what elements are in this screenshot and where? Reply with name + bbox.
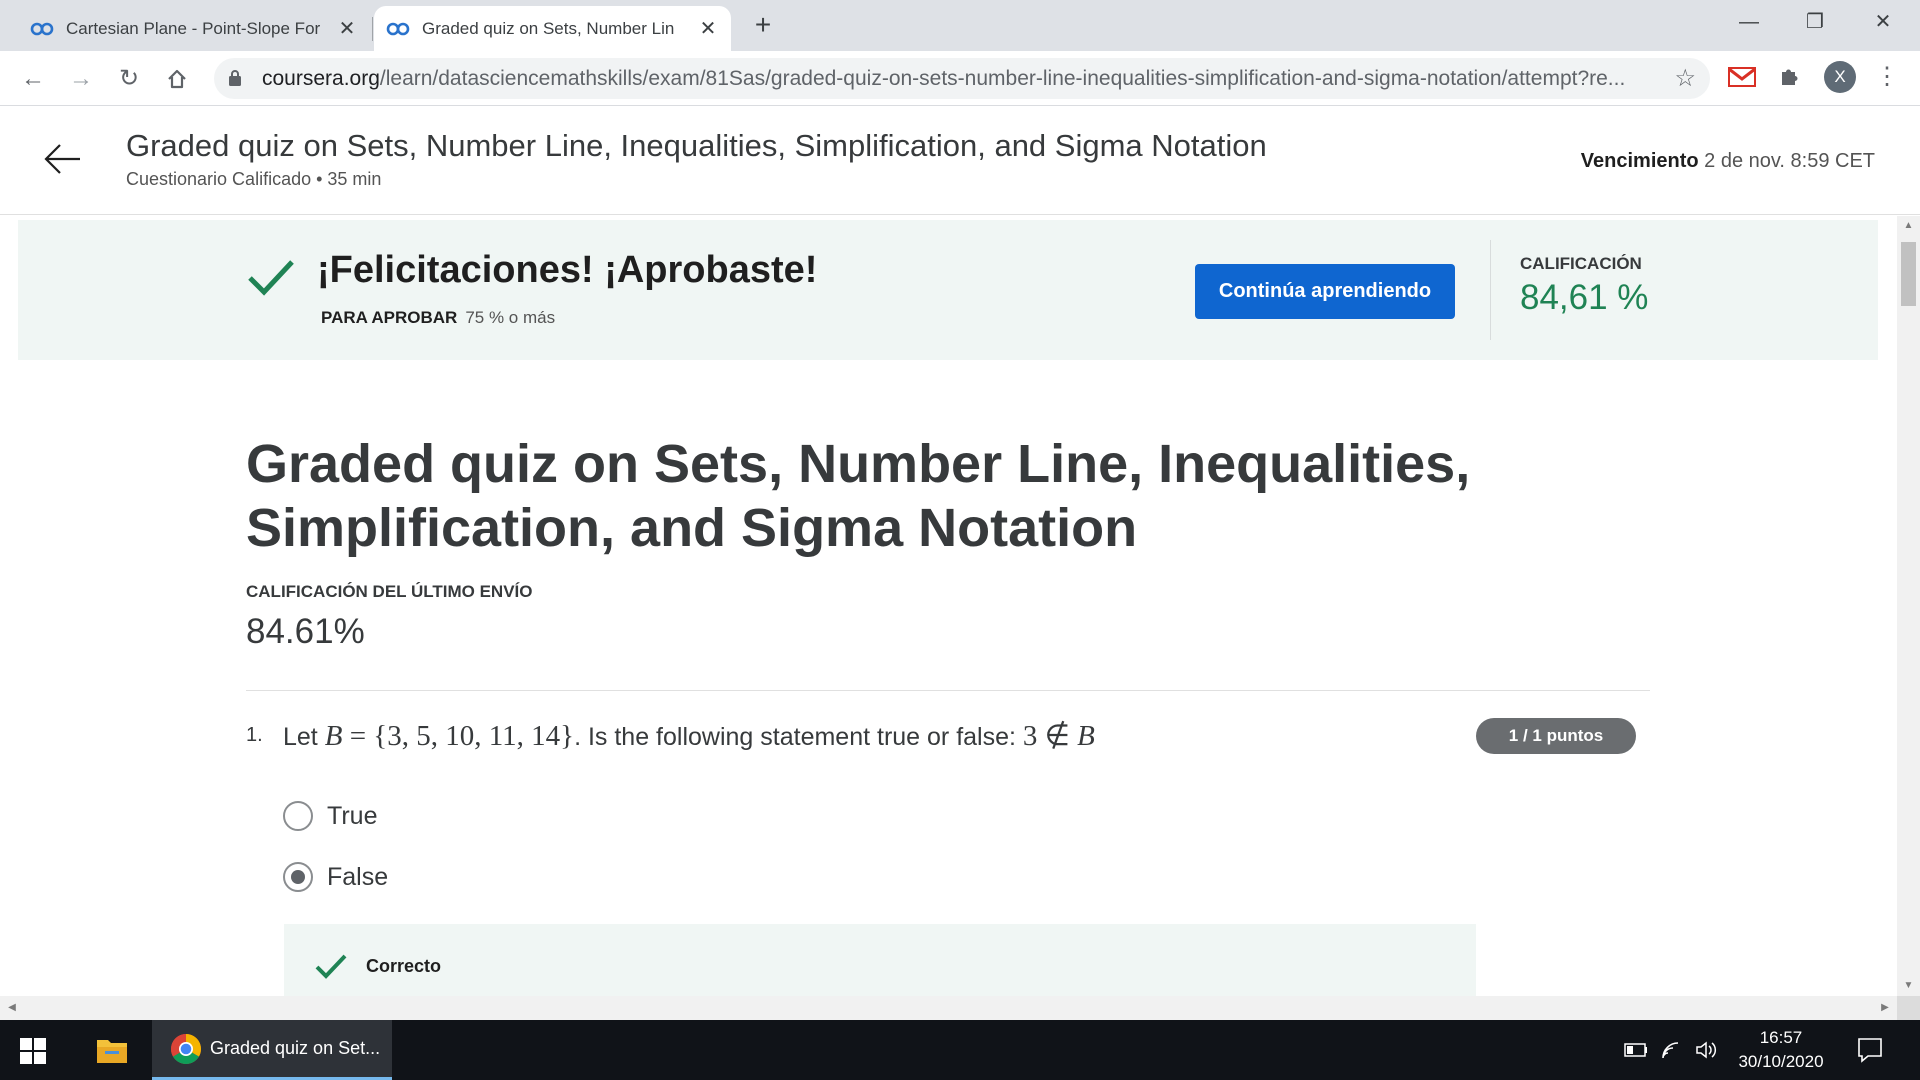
scroll-right-icon[interactable]: ▶ — [1875, 996, 1895, 1020]
vertical-scrollbar[interactable]: ▲ ▼ — [1897, 216, 1920, 996]
radio-true[interactable] — [283, 801, 313, 831]
banner-divider — [1490, 240, 1491, 340]
feedback-box: Correcto — [284, 924, 1476, 996]
feedback-label: Correcto — [366, 956, 442, 976]
option-label: False — [327, 862, 389, 891]
address-bar[interactable]: coursera.org/learn/datasciencemathskills… — [214, 58, 1710, 99]
scroll-thumb[interactable] — [1901, 242, 1916, 306]
continue-learning-button[interactable]: Continúa aprendiendo — [1195, 264, 1455, 319]
new-tab-plus-icon[interactable]: + — [748, 8, 778, 42]
reload-icon[interactable]: ↻ — [112, 62, 146, 96]
page-subtitle: Cuestionario Calificado • 35 min — [126, 169, 382, 189]
minimize-icon[interactable]: — — [1716, 4, 1782, 40]
math-statement-var: B — [1077, 720, 1095, 752]
extensions-puzzle-icon[interactable] — [1775, 63, 1803, 91]
result-banner: ¡Felicitaciones! ¡Aprobaste! PARA APROBA… — [18, 220, 1878, 360]
taskbar-chrome-app[interactable]: Graded quiz on Set... — [152, 1020, 392, 1080]
battery-icon[interactable] — [1624, 1038, 1648, 1062]
radio-false[interactable] — [283, 862, 313, 892]
passing-requirement: PARA APROBAR 75 % o más — [321, 308, 555, 328]
volume-icon[interactable] — [1694, 1038, 1718, 1062]
correct-check-icon — [315, 954, 347, 979]
page-title: Graded quiz on Sets, Number Line, Inequa… — [126, 128, 1267, 163]
notification-center-icon[interactable] — [1856, 1036, 1884, 1064]
file-explorer-icon[interactable] — [96, 1036, 128, 1064]
chrome-icon — [170, 1033, 202, 1064]
scrollbar-corner — [1897, 996, 1920, 1020]
coursera-favicon-icon — [30, 22, 54, 35]
option-true[interactable]: True — [283, 800, 377, 832]
question-text: Let B = {3, 5, 10, 11, 14}. Is the follo… — [283, 718, 1095, 753]
lock-icon — [229, 70, 241, 86]
tab-separator — [372, 17, 373, 41]
forward-nav-icon[interactable]: → — [64, 62, 98, 96]
math-set-var: B — [324, 720, 343, 752]
due-value: 2 de nov. 8:59 CET — [1704, 150, 1875, 172]
scroll-left-icon[interactable]: ◀ — [2, 996, 22, 1020]
due-label: Vencimiento — [1580, 150, 1699, 172]
browser-toolbar: ← → ↻ coursera.org/learn/datasciencemath… — [0, 51, 1920, 106]
windows-taskbar: Graded quiz on Set... 16:57 30/10/2020 — [0, 1020, 1920, 1080]
browser-menu-icon[interactable]: ⋮ — [1872, 61, 1902, 93]
tab-title: Cartesian Plane - Point-Slope For — [66, 18, 321, 38]
question-mid: . Is the following statement true or fal… — [574, 723, 1016, 751]
bookmark-star-icon[interactable]: ☆ — [1674, 58, 1696, 99]
option-false[interactable]: False — [283, 861, 388, 893]
quiz-title: Graded quiz on Sets, Number Line, Inequa… — [246, 434, 1471, 558]
question-number: 1. — [246, 724, 263, 746]
main-content: ¡Felicitaciones! ¡Aprobaste! PARA APROBA… — [0, 216, 1897, 996]
grade-value: 84,61 % — [1520, 278, 1649, 317]
last-submission-value: 84.61% — [246, 612, 365, 651]
close-window-icon[interactable]: ✕ — [1850, 4, 1916, 40]
math-statement: 3 ∉ B — [1023, 720, 1095, 752]
browser-tab-strip: Cartesian Plane - Point-Slope For ✕ Grad… — [0, 0, 1920, 51]
section-divider — [246, 690, 1650, 691]
points-badge: 1 / 1 puntos — [1476, 718, 1636, 754]
math-statement-op: ∉ — [1037, 720, 1078, 752]
horizontal-scrollbar[interactable]: ◀ ▶ — [0, 996, 1897, 1020]
windows-start-icon[interactable] — [20, 1038, 46, 1064]
back-arrow-icon[interactable] — [40, 137, 84, 181]
url-text: coursera.org/learn/datasciencemathskills… — [262, 58, 1642, 99]
option-label: True — [327, 801, 378, 830]
restore-icon[interactable]: ❐ — [1782, 4, 1848, 40]
tab-close-icon[interactable]: ✕ — [332, 16, 362, 41]
math-set: B = {3, 5, 10, 11, 14} — [325, 720, 574, 752]
checkmark-icon — [248, 260, 294, 296]
profile-avatar[interactable]: X — [1824, 61, 1856, 93]
course-page-header: Graded quiz on Sets, Number Line, Inequa… — [0, 107, 1920, 215]
browser-tab-cartesian-plane[interactable]: Cartesian Plane - Point-Slope For ✕ — [18, 6, 370, 51]
taskbar-app-label: Graded quiz on Set... — [210, 1038, 381, 1058]
taskbar-clock[interactable]: 16:57 30/10/2020 — [1726, 1026, 1836, 1074]
url-path: /learn/datasciencemathskills/exam/81Sas/… — [379, 67, 1626, 90]
question-prefix: Let — [283, 723, 318, 751]
tab-title: Graded quiz on Sets, Number Lin — [422, 18, 675, 38]
scroll-down-icon[interactable]: ▼ — [1897, 976, 1920, 996]
pass-value: 75 % o más — [465, 308, 556, 327]
last-submission-label: CALIFICACIÓN DEL ÚLTIMO ENVÍO — [246, 582, 533, 601]
clock-time: 16:57 — [1759, 1028, 1803, 1047]
scroll-up-icon[interactable]: ▲ — [1897, 216, 1920, 236]
browser-tab-graded-quiz[interactable]: Graded quiz on Sets, Number Lin ✕ — [374, 6, 731, 51]
home-icon[interactable] — [160, 62, 194, 96]
due-date: Vencimiento 2 de nov. 8:59 CET — [1581, 150, 1875, 173]
pass-label: PARA APROBAR — [321, 308, 458, 327]
tab-close-icon[interactable]: ✕ — [693, 16, 723, 41]
math-statement-num: 3 — [1022, 720, 1038, 752]
clock-date: 30/10/2020 — [1738, 1052, 1824, 1071]
wifi-icon[interactable] — [1660, 1038, 1684, 1062]
math-set-body: = {3, 5, 10, 11, 14} — [342, 720, 575, 752]
coursera-favicon-icon — [386, 22, 410, 35]
back-nav-icon[interactable]: ← — [16, 62, 50, 96]
url-host: coursera.org — [262, 67, 380, 90]
gmail-extension-icon[interactable] — [1728, 66, 1756, 88]
grade-label: CALIFICACIÓN — [1520, 254, 1642, 273]
congrats-heading: ¡Felicitaciones! ¡Aprobaste! — [317, 249, 818, 291]
